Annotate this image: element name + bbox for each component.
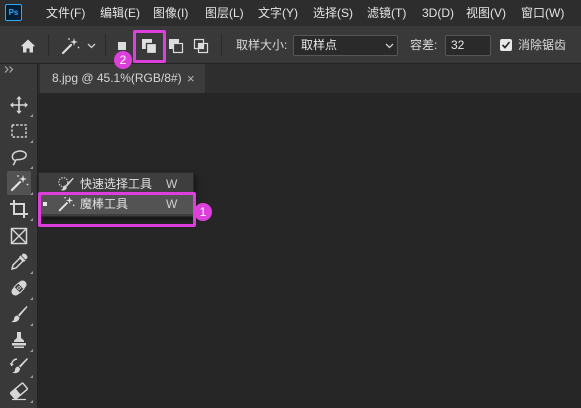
separator [221,34,222,56]
eraser-icon [9,382,29,401]
magic-wand-icon [57,195,75,213]
menu-bar: Ps 文件(F) 编辑(E) 图像(I) 图层(L) 文字(Y) 选择(S) 滤… [0,0,581,26]
flyout-item-quick-selection[interactable]: 快速选择工具 W [39,174,193,194]
separator [105,34,106,56]
quick-selection-icon [57,175,75,193]
tolerance-value: 32 [451,38,465,52]
brush-icon [11,306,28,323]
sample-size-value: 取样点 [301,38,338,52]
separator [48,34,49,56]
clone-stamp-icon [12,332,26,348]
menu-window[interactable]: 窗口(W) [521,4,564,22]
flyout-item-shortcut: W [166,177,178,191]
menu-select[interactable]: 选择(S) [313,4,353,22]
lasso-icon [11,150,27,166]
tool-spot-healing-brush[interactable] [7,276,33,300]
chevron-down-icon[interactable] [87,43,96,49]
tool-move[interactable] [7,93,33,117]
menu-3d[interactable]: 3D(D) [422,4,454,22]
menu-edit[interactable]: 编辑(E) [100,4,140,22]
home-icon[interactable] [20,38,36,54]
menu-layer[interactable]: 图层(L) [205,4,244,22]
flyout-item-label: 魔棒工具 [80,197,129,211]
flyout-item-magic-wand[interactable]: 魔棒工具 W [39,194,193,214]
intersect-with-selection-icon[interactable] [192,37,210,55]
tool-brush[interactable] [7,302,33,326]
close-icon[interactable]: × [187,64,195,93]
tool-eyedropper[interactable] [7,250,33,274]
tool-rectangular-marquee[interactable] [7,119,33,143]
tool-magic-wand[interactable] [7,171,33,195]
checkmark-icon [501,40,511,50]
flyout-item-label: 快速选择工具 [80,177,153,191]
tolerance-input[interactable]: 32 [445,35,491,56]
annotation-marker: 2 [114,51,132,69]
rectangular-marquee-icon [11,124,27,138]
spot-healing-brush-icon [11,280,27,296]
history-brush-icon [9,358,28,374]
annotation-marker: 1 [194,203,212,221]
options-bar: 取样大小: 取样点 容差: 32 消除锯齿 [0,26,581,64]
chevron-down-icon [385,43,394,49]
document-tab-title: 8.jpg @ 45.1%(RGB/8#) [52,71,182,85]
tool-eraser[interactable] [7,379,33,403]
menu-type[interactable]: 文字(Y) [258,4,298,22]
canvas-area[interactable] [38,93,581,408]
anti-alias-checkbox[interactable] [500,39,512,51]
menu-filter[interactable]: 滤镜(T) [367,4,406,22]
tolerance-label: 容差: [410,38,438,52]
crop-icon [10,200,28,218]
tool-frame[interactable] [7,224,31,248]
current-tool-indicator [43,202,47,206]
tool-crop[interactable] [7,197,33,221]
tool-lasso[interactable] [7,145,33,169]
sample-size-dropdown[interactable]: 取样点 [293,35,398,56]
flyout-item-shortcut: W [166,197,178,211]
move-icon [10,96,28,114]
menu-image[interactable]: 图像(I) [153,4,188,22]
subtract-from-selection-icon[interactable] [167,37,185,55]
double-chevron-icon[interactable] [4,66,14,73]
add-to-selection-icon[interactable] [140,37,158,55]
app-logo[interactable]: Ps [5,4,22,21]
magic-wand-icon [60,36,80,56]
menu-file[interactable]: 文件(F) [46,4,85,22]
magic-wand-icon [10,175,29,192]
anti-alias-label[interactable]: 消除锯齿 [518,37,566,53]
tool-flyout-menu: 快速选择工具 W 魔棒工具 W [38,172,194,217]
menu-view[interactable]: 视图(V) [466,4,506,22]
frame-icon [10,227,28,245]
eyedropper-icon [10,253,28,271]
tool-clone-stamp[interactable] [7,328,33,352]
sample-size-label: 取样大小: [236,38,288,52]
tool-history-brush[interactable] [7,354,33,378]
tool-preset-picker[interactable] [60,36,80,56]
